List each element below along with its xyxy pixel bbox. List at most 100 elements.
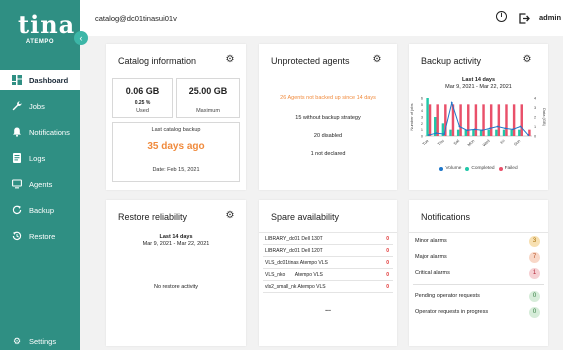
bar-failed[interactable] [497,104,501,136]
gear-icon[interactable]: ⚙ [372,55,382,65]
legend-dot-failed [498,166,503,171]
bar-failed[interactable] [467,104,470,136]
volume-point[interactable] [481,129,484,132]
bar-completed[interactable] [426,98,429,136]
spare-device-name: vls2_small_nk Atempo VLS [265,284,326,290]
sidebar-item-logs[interactable]: Logs [0,148,80,168]
spare-count: 0 [386,236,389,242]
gear-icon[interactable]: ⚙ [522,55,532,65]
y2-tick-label: 0 [534,135,536,139]
gear-icon[interactable]: ⚙ [225,211,235,221]
x-tick-label: Wed [481,138,490,147]
bar-completed[interactable] [502,129,506,136]
sidebar-item-settings[interactable]: ⚙ Settings [0,331,80,350]
volume-point[interactable] [504,127,507,130]
notification-row[interactable]: Major alarms 7 [415,251,542,265]
volume-point[interactable] [519,125,522,128]
spare-row[interactable]: LIBRARY_dc01 Dell 130T 0 [263,234,393,245]
bar-failed[interactable] [459,104,462,136]
sidebar-item-backup[interactable]: Backup [0,200,80,220]
bar-completed[interactable] [472,129,475,136]
volume-point[interactable] [435,132,438,135]
spare-row[interactable]: LIBRARY_dc01 Dell 120T 0 [263,246,393,257]
spare-row[interactable]: VLS_dc01tinas Atempo VLS 0 [263,258,393,269]
x-tick-label: Tue [421,138,430,147]
info-icon[interactable]: i [496,11,507,22]
bar-failed[interactable] [482,104,485,136]
spare-device-name: VLS_nko Atempo VLS [265,272,323,278]
volume-point[interactable] [527,134,530,136]
notification-row[interactable]: Minor alarms 3 [415,235,542,249]
bar-failed[interactable] [512,104,516,136]
dashboard-icon [12,75,22,85]
y-tick-label: 1 [421,128,423,132]
volume-point[interactable] [473,128,476,131]
legend-volume[interactable]: Volume [445,166,461,171]
y2-axis-label: Data (GB) [542,108,547,127]
no-restore-activity: No restore activity [153,284,198,290]
spare-device-name: VLS_dc01tinas Atempo VLS [265,260,328,266]
notification-row[interactable]: Pending operator requests 0 [415,290,542,304]
legend-completed[interactable]: Completed [471,166,494,171]
notification-count-badge: 0 [529,307,540,318]
gear-icon[interactable]: ⚙ [225,55,235,65]
bar-completed[interactable] [449,129,452,136]
sidebar-item-dashboard[interactable]: Dashboard [0,70,80,90]
logout-icon[interactable] [519,11,530,24]
y-tick-label: 5 [421,103,423,107]
sidebar-item-agents[interactable]: Agents [0,174,80,194]
spare-row[interactable]: VLS_nko Atempo VLS 0 [263,270,393,281]
collapse-sidebar-button[interactable]: ‹ [74,31,88,45]
x-tick-label: Thu [436,138,444,146]
unprotected-alert[interactable]: 26 Agents not backed up since 14 days [259,95,397,101]
used-value: 0.06 GB [125,86,160,96]
bar-completed[interactable] [510,129,513,136]
y2-tick-label: 3 [534,106,536,110]
catalog-maximum-box: 25.00 GB Maximum [176,78,240,118]
notification-row[interactable]: Critical alarms 1 [415,267,542,281]
restore-reliability-card: Restore reliability ⚙ Last 14 days Mar 9… [106,200,246,346]
bar-failed[interactable] [489,104,493,136]
bar-completed[interactable] [518,129,521,136]
volume-point[interactable] [511,128,514,131]
legend-failed[interactable]: Failed [505,166,518,171]
notification-count-badge: 1 [529,268,540,279]
volume-point[interactable] [427,134,430,136]
bar-failed[interactable] [428,104,432,136]
user-name[interactable]: admin [539,13,561,22]
disabled-agents[interactable]: 20 disabled [259,133,397,139]
sidebar-item-notifications[interactable]: Notifications [0,122,80,142]
sidebar-item-restore[interactable]: Restore [0,226,80,246]
bar-failed[interactable] [436,104,439,136]
volume-point[interactable] [489,127,491,130]
sidebar-item-jobs[interactable]: Jobs [0,96,80,116]
not-declared-agents[interactable]: 1 not declared [259,151,397,157]
volume-point[interactable] [443,133,446,135]
sidebar-item-label: Restore [29,231,56,241]
spare-device-name: LIBRARY_dc01 Dell 130T [265,236,323,242]
sidebar-item-label: Jobs [29,101,45,111]
chart-legend: Volume Completed Failed [409,166,548,171]
x-tick-label: Sun [513,138,522,147]
tina-logo[interactable]: tina ATEMPO [18,10,74,54]
backup-activity-card: Backup activity ⚙ Last 14 days Mar 9, 20… [409,44,548,190]
divider [259,232,397,233]
volume-point[interactable] [458,125,461,128]
bar-completed[interactable] [456,129,460,136]
volume-point[interactable] [466,129,468,132]
sidebar-item-label: Agents [29,179,53,189]
notifications-separator [413,284,544,285]
volume-point[interactable] [496,125,499,128]
bar-failed[interactable] [505,104,508,136]
chart-title: Last 14 days [461,77,496,83]
bar-completed[interactable] [487,129,490,136]
notification-row[interactable]: Operator requests in progress 0 [415,306,542,320]
bar-failed[interactable] [520,104,523,136]
bar-failed[interactable] [474,104,478,136]
volume-point[interactable] [450,101,453,104]
card-title: Notifications [421,212,471,222]
spare-row[interactable]: vls2_small_nk Atempo VLS 0 [263,282,393,293]
bar-completed[interactable] [495,129,498,136]
more-spares[interactable]: ... [259,306,397,313]
without-strategy[interactable]: 15 without backup strategy [259,115,397,121]
